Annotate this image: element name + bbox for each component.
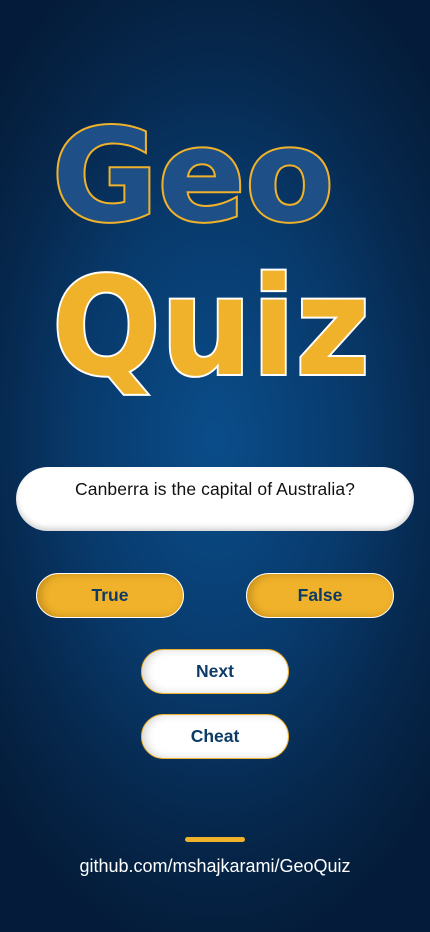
next-button[interactable]: Next bbox=[141, 649, 289, 694]
question-text: Canberra is the capital of Australia? bbox=[75, 479, 355, 499]
false-button-label: False bbox=[297, 585, 343, 605]
repo-link[interactable]: github.com/mshajkarami/GeoQuiz bbox=[0, 856, 430, 877]
footer-divider bbox=[185, 837, 245, 842]
app-logo: Geo Quiz bbox=[50, 100, 372, 409]
next-button-label: Next bbox=[196, 661, 234, 681]
true-button[interactable]: True bbox=[36, 573, 184, 618]
cheat-button[interactable]: Cheat bbox=[141, 714, 289, 759]
question-card: Canberra is the capital of Australia? bbox=[16, 467, 414, 531]
cheat-button-label: Cheat bbox=[190, 726, 240, 746]
true-button-label: True bbox=[91, 585, 129, 605]
logo-text-quiz: Quiz bbox=[52, 249, 370, 407]
false-button[interactable]: False bbox=[246, 573, 394, 618]
logo-text-geo: Geo bbox=[52, 102, 334, 251]
